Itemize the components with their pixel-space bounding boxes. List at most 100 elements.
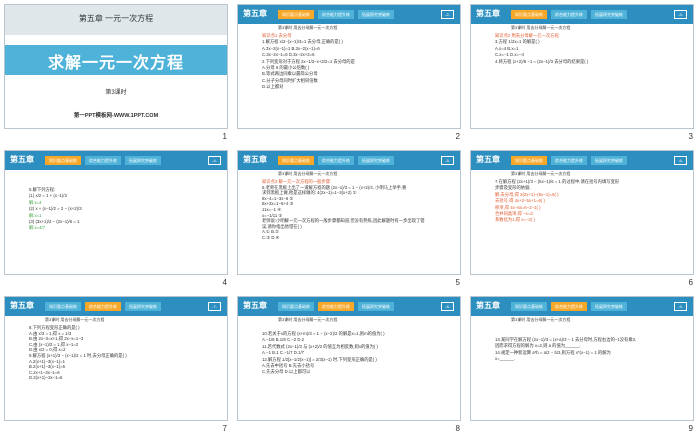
chapter-label: 第五章 一元一次方程 [78,14,154,23]
tab-comprehensive: 综合能力提升练 [551,156,587,165]
lesson-subheader: 第3课时 用去分母解一元一次方程 [511,171,571,176]
tab-comprehensive: 综合能力提升练 [318,302,354,311]
tab-extension: 拓展探究突破练 [591,302,627,311]
slide-thumbnail-4[interactable]: 第五章 知识要点基础练 综合能力提升练 拓展探究突破练 -4- 5.解下列方程:… [0,146,233,292]
slide-header: 第五章 知识要点基础练 综合能力提升练 拓展探究突破练 -6- [471,151,693,170]
tab-comprehensive: 综合能力提升练 [551,10,587,19]
tab-comprehensive: 综合能力提升练 [318,156,354,165]
chapter-badge: 第五章 [476,9,500,18]
slide-number: 4 [222,278,227,287]
tab-comprehensive: 综合能力提升练 [85,302,121,311]
slide-sorter-grid: 第五章 一元一次方程 求解一元一次方程 第3课时 第一PPT模板网-WWW.1P… [0,0,700,438]
chapter-badge: 第五章 [243,155,267,164]
slide-number: 7 [222,424,227,433]
answer-line: 解:x=4/7 [29,225,46,231]
tab-basic: 知识要点基础练 [511,156,547,165]
slide-number: 6 [688,278,693,287]
slide-number: 5 [455,278,460,287]
page-indicator: -9- [674,302,687,311]
tab-basic: 知识要点基础练 [278,156,314,165]
lesson-subheader: 第3课时 用去分母解一元一次方程 [278,171,338,176]
tab-extension: 拓展探究突破练 [591,10,627,19]
body-line: D.2(x+1)−3x−1=6 [29,375,63,381]
chapter-badge: 第五章 [10,155,34,164]
slide-number: 3 [688,132,693,141]
slide-header: 第五章 知识要点基础练 综合能力提升练 拓展探究突破练 -8- [238,297,460,316]
tab-extension: 拓展探究突破练 [358,10,394,19]
slide-header: 第五章 知识要点基础练 综合能力提升练 拓展探究突破练 -9- [471,297,693,316]
slide-thumbnail-9[interactable]: 第五章 知识要点基础练 综合能力提升练 拓展探究突破练 -9- 第3课时 用去分… [466,292,699,438]
chapter-badge: 第五章 [10,301,34,310]
site-watermark: 第一PPT模板网-WWW.1PPT.COM [73,113,159,119]
tab-comprehensive: 综合能力提升练 [85,156,121,165]
slide-frame[interactable]: 第五章 知识要点基础练 综合能力提升练 拓展探究突破练 -9- 第3课时 用去分… [470,296,694,421]
tab-basic: 知识要点基础练 [511,302,547,311]
body-line: C.③ D.④ [262,234,280,240]
slide-frame[interactable]: 第五章 知识要点基础练 综合能力提升练 拓展探究突破练 -2- 第3课时 用去分… [237,4,461,129]
body-line: x=______. [495,356,516,362]
slide-frame[interactable]: 第五章 知识要点基础练 综合能力提升练 拓展探究突破练 -7- 第3课时 用去分… [4,296,228,421]
slide-header: 第五章 知识要点基础练 综合能力提升练 拓展探究突破练 -4- [5,151,227,170]
slide-header: 第五章 知识要点基础练 综合能力提升练 拓展探究突破练 -7- [5,297,227,316]
slide-body: 知识点2 用去分母解一元一次方程 3.方程 1/2x=1 的解是( ) A.x=… [495,33,685,65]
tab-extension: 拓展探究突破练 [358,156,394,165]
tab-basic: 知识要点基础练 [45,302,81,311]
slide-thumbnail-3[interactable]: 第五章 知识要点基础练 综合能力提升练 拓展探究突破练 -3- 第3课时 用去分… [466,0,699,146]
slide-body: 知识点3 解一元一次方程的一般步骤 6.老师在黑板上出了一道解方程的题 (2x−… [262,179,452,241]
slide-thumbnail-8[interactable]: 第五章 知识要点基础练 综合能力提升练 拓展探究突破练 -8- 第3课时 用去分… [233,292,466,438]
tab-comprehensive: 综合能力提升练 [551,302,587,311]
slide-body: 13.某同学在解方程 (2x−1)/3 = (x+a)/3 − 1 去分母时,方… [495,337,685,363]
body-line: C.先去分母 D.以上都可以 [262,369,311,375]
slide-thumbnail-1[interactable]: 第五章 一元一次方程 求解一元一次方程 第3课时 第一PPT模板网-WWW.1P… [0,0,233,146]
lesson-subtitle: 第3课时 [105,90,127,96]
lesson-subheader: 第3课时 用去分母解一元一次方程 [45,317,105,322]
section-tabs: 知识要点基础练 综合能力提升练 拓展探究突破练 [278,10,394,20]
section-tabs: 知识要点基础练 综合能力提升练 拓展探究突破练 [45,302,161,312]
slide-header: 第五章 知识要点基础练 综合能力提升练 拓展探究突破练 -2- [238,5,460,24]
slide-title: 求解一元一次方程 [47,55,184,72]
chapter-badge: 第五章 [476,301,500,310]
slide-thumbnail-7[interactable]: 第五章 知识要点基础练 综合能力提升练 拓展探究突破练 -7- 第3课时 用去分… [0,292,233,438]
slide-frame[interactable]: 第五章 一元一次方程 求解一元一次方程 第3课时 第一PPT模板网-WWW.1P… [4,4,228,129]
body-line: 老师说:小明解一元一次方程的一般步骤都知道,但没有熟练,因此解题时有一步出现了错 [262,218,425,224]
tab-basic: 知识要点基础练 [511,10,547,19]
page-indicator: -7- [208,302,221,311]
body-line: D.以上都对 [262,84,284,90]
slide-header: 第五章 知识要点基础练 综合能力提升练 拓展探究突破练 -3- [471,5,693,24]
slide-number: 1 [222,132,227,141]
page-indicator: -8- [441,302,454,311]
section-tabs: 知识要点基础练 综合能力提升练 拓展探究突破练 [511,10,627,20]
slide-thumbnail-6[interactable]: 第五章 知识要点基础练 综合能力提升练 拓展探究突破练 -6- 第3课时 用去分… [466,146,699,292]
lesson-subheader: 第3课时 用去分母解一元一次方程 [278,25,338,30]
slide-frame[interactable]: 第五章 知识要点基础练 综合能力提升练 拓展探究突破练 -6- 第3课时 用去分… [470,150,694,275]
slide-number: 9 [688,424,693,433]
slide-frame[interactable]: 第五章 知识要点基础练 综合能力提升练 拓展探究突破练 -3- 第3课时 用去分… [470,4,694,129]
tab-basic: 知识要点基础练 [45,156,81,165]
lesson-subheader: 第3课时 用去分母解一元一次方程 [511,25,571,30]
section-tabs: 知识要点基础练 综合能力提升练 拓展探究突破练 [511,302,627,312]
page-indicator: -3- [674,10,687,19]
slide-frame[interactable]: 第五章 知识要点基础练 综合能力提升练 拓展探究突破练 -5- 第3课时 用去分… [237,150,461,275]
section-tabs: 知识要点基础练 综合能力提升练 拓展探究突破练 [278,156,394,166]
slide-thumbnail-5[interactable]: 第五章 知识要点基础练 综合能力提升练 拓展探究突破练 -5- 第3课时 用去分… [233,146,466,292]
body-line: 系数化为1,得 x=−3( ) [495,217,535,223]
slide-frame[interactable]: 第五章 知识要点基础练 综合能力提升练 拓展探究突破练 -4- 5.解下列方程:… [4,150,228,275]
slide-frame[interactable]: 第五章 知识要点基础练 综合能力提升练 拓展探究突破练 -8- 第3课时 用去分… [237,296,461,421]
tab-extension: 拓展探究突破练 [591,156,627,165]
slide-thumbnail-2[interactable]: 第五章 知识要点基础练 综合能力提升练 拓展探究突破练 -2- 第3课时 用去分… [233,0,466,146]
body-line: 4.将方程 (x+2)/6 −1 = (2x−1)/3 去分母的结果是( ) [495,58,589,64]
tab-basic: 知识要点基础练 [278,10,314,19]
page-indicator: -2- [441,10,454,19]
tab-extension: 拓展探究突破练 [358,302,394,311]
slide-body: 5.解下列方程: (1) x/2 = 1 + (x−1)/3 解:x=4 (2)… [29,187,219,232]
tab-extension: 拓展探究突破练 [125,156,161,165]
lesson-subheader: 第3课时 用去分母解一元一次方程 [511,317,571,322]
slide-number: 8 [455,424,460,433]
page-indicator: -4- [208,156,221,165]
tab-comprehensive: 综合能力提升练 [318,10,354,19]
tab-basic: 知识要点基础练 [278,302,314,311]
section-tabs: 知识要点基础练 综合能力提升练 拓展探究突破练 [511,156,627,166]
page-indicator: -5- [441,156,454,165]
chapter-badge: 第五章 [243,9,267,18]
chapter-badge: 第五章 [476,155,500,164]
